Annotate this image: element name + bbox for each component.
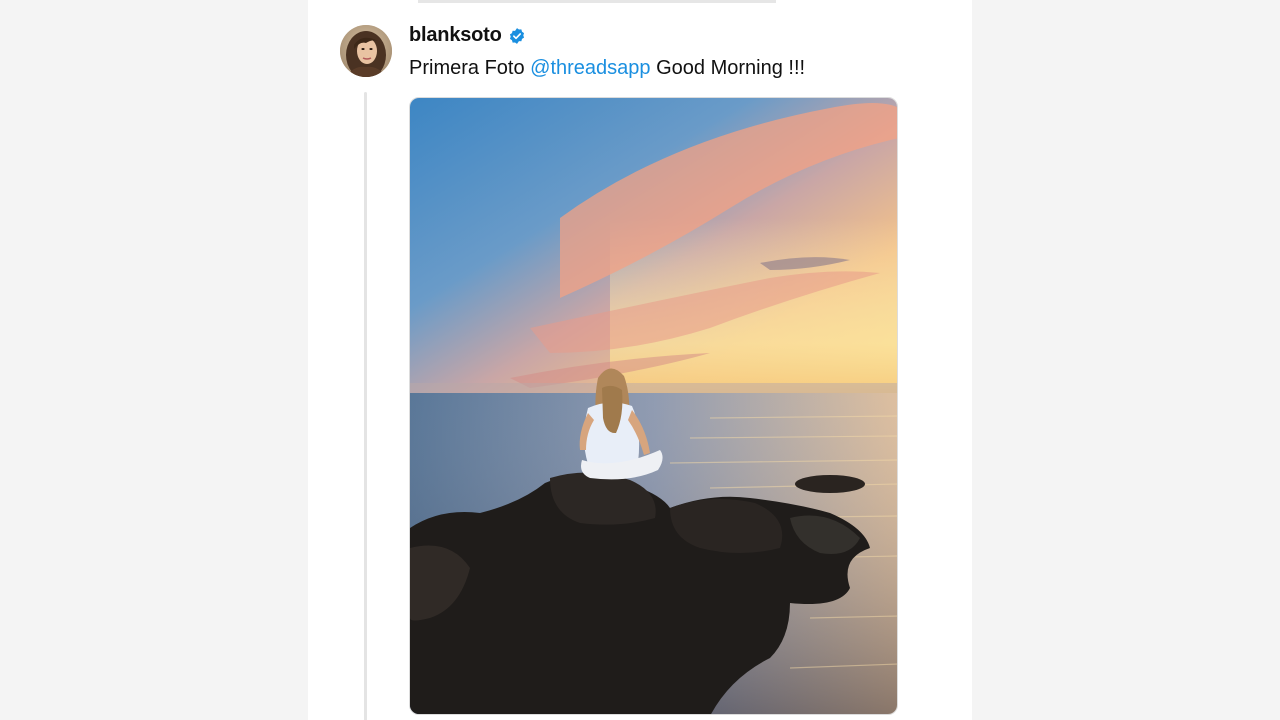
caption-text-suffix: Good Morning !!!: [650, 57, 806, 79]
page: blanksoto Primera Foto @threadsapp Good …: [0, 0, 1280, 720]
sunset-photo-icon: [410, 98, 897, 714]
post-photo[interactable]: [409, 97, 898, 715]
divider: [418, 0, 776, 3]
caption-text-prefix: Primera Foto: [409, 57, 531, 79]
thread-post-card: blanksoto Primera Foto @threadsapp Good …: [308, 0, 972, 720]
profile-photo-icon: [340, 25, 392, 77]
mention-link[interactable]: @threadsapp: [530, 57, 650, 79]
post-header: blanksoto: [409, 22, 526, 48]
thread-line: [364, 92, 367, 720]
post-caption: Primera Foto @threadsapp Good Morning !!…: [409, 57, 805, 80]
verified-badge-icon: [508, 27, 526, 45]
username[interactable]: blanksoto: [409, 24, 502, 47]
avatar[interactable]: [340, 25, 392, 77]
